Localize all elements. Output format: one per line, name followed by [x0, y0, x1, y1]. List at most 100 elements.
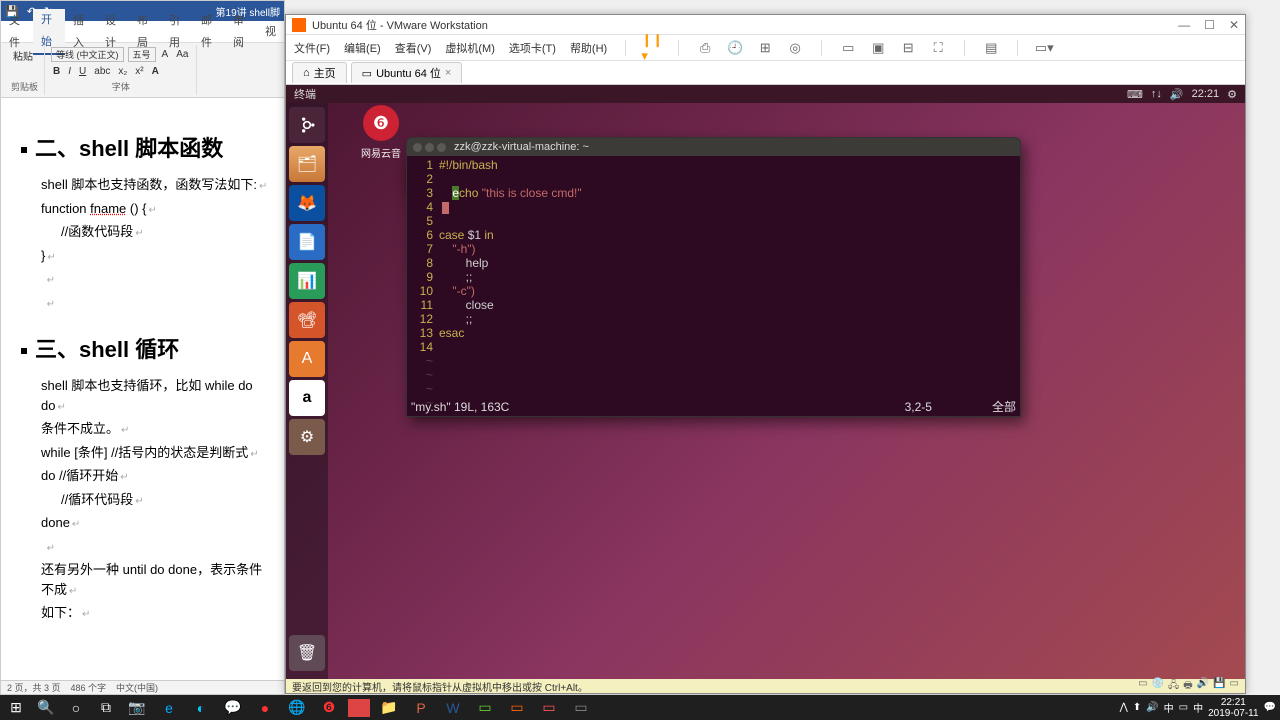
taskbar-edge[interactable]: e: [156, 697, 182, 719]
trash-icon[interactable]: 🗑: [289, 635, 325, 671]
terminal-titlebar[interactable]: zzk@zzk-virtual-machine: ~: [407, 138, 1020, 156]
bold-button[interactable]: B: [51, 65, 62, 78]
taskbar-app[interactable]: ●: [252, 697, 278, 719]
firefox-icon[interactable]: 🦊: [289, 185, 325, 221]
tray-icon[interactable]: 🔊: [1146, 702, 1158, 713]
device-icon[interactable]: 🖧: [1168, 678, 1179, 695]
cortana-icon[interactable]: ○: [64, 697, 88, 719]
tab-view[interactable]: 视: [257, 21, 284, 43]
window-close-icon[interactable]: [413, 143, 422, 152]
terminal-window[interactable]: zzk@zzk-virtual-machine: ~ 1#!/bin/bash …: [406, 137, 1021, 417]
tab-review[interactable]: 审阅: [225, 10, 257, 54]
snapshot-manage-icon[interactable]: ⊞: [757, 40, 773, 56]
terminal-body[interactable]: 1#!/bin/bash 2 3 echo "this is close cmd…: [407, 156, 1020, 416]
doc-para: //循环代码段: [61, 490, 274, 510]
paste-button[interactable]: 粘贴: [11, 47, 35, 64]
taskbar-app[interactable]: ▭: [536, 697, 562, 719]
unity-icon[interactable]: ▣: [870, 40, 886, 56]
taskbar-app[interactable]: ▭: [568, 697, 594, 719]
network-icon[interactable]: ↑↓: [1151, 88, 1162, 100]
clock[interactable]: 22:21: [1192, 88, 1220, 100]
snapshot-icon[interactable]: ⎙: [697, 40, 713, 56]
menu-edit[interactable]: 编辑(E): [344, 40, 381, 56]
ubuntu-topbar[interactable]: 终端 ⌨ ↑↓ 🔊 22:21 ⚙: [286, 85, 1245, 103]
dash-icon[interactable]: [289, 107, 325, 143]
taskbar-app[interactable]: ◐: [188, 697, 214, 719]
menu-vm[interactable]: 虚拟机(M): [445, 40, 495, 56]
tab-home[interactable]: ⌂主页: [292, 62, 347, 83]
library-icon[interactable]: ▤: [983, 40, 999, 56]
ubuntu-desktop[interactable]: 终端 ⌨ ↑↓ 🔊 22:21 ⚙ 🗂 🦊 📄 📊 📽 A a ⚙: [286, 85, 1245, 679]
calc-icon[interactable]: 📊: [289, 263, 325, 299]
snapshot-take-icon[interactable]: ◎: [787, 40, 803, 56]
amazon-icon[interactable]: a: [289, 380, 325, 416]
taskbar-camera[interactable]: 📷: [124, 697, 150, 719]
window-max-icon[interactable]: [437, 143, 446, 152]
device-icon[interactable]: 💾: [1213, 678, 1225, 695]
tray-ime[interactable]: 中: [1164, 700, 1174, 715]
device-icon[interactable]: ▭: [1138, 678, 1147, 695]
desktop-shortcut[interactable]: ❻ 网易云音: [361, 105, 401, 160]
minimize-icon[interactable]: ―: [1178, 18, 1190, 32]
settings-icon[interactable]: ⚙: [289, 419, 325, 455]
menu-tabs[interactable]: 选项卡(T): [509, 40, 556, 56]
menu-view[interactable]: 查看(V): [395, 40, 432, 56]
stretch-icon[interactable]: ⛶: [930, 40, 946, 56]
font-select[interactable]: 等线 (中文正文): [51, 47, 124, 62]
start-button[interactable]: ⊞: [4, 697, 28, 719]
device-icon[interactable]: 🖶: [1183, 678, 1192, 695]
taskbar-app[interactable]: ▭: [472, 697, 498, 719]
subscript-button[interactable]: x₂: [116, 65, 129, 78]
taskbar-wechat[interactable]: 💬: [220, 697, 246, 719]
tray-ime[interactable]: 中: [1193, 700, 1203, 715]
device-icon[interactable]: 🔊: [1197, 678, 1209, 695]
keyboard-icon[interactable]: ⌨: [1127, 88, 1143, 101]
impress-icon[interactable]: 📽: [289, 302, 325, 338]
strike-button[interactable]: abc: [92, 65, 112, 78]
taskbar-app[interactable]: 🌐: [284, 697, 310, 719]
tray-icon[interactable]: ⬆: [1133, 702, 1141, 713]
close-icon[interactable]: ✕: [1229, 18, 1239, 32]
taskbar-ppt[interactable]: P: [408, 697, 434, 719]
dropdown-icon[interactable]: ▭▾: [1036, 40, 1052, 56]
software-icon[interactable]: A: [289, 341, 325, 377]
tab-close-icon[interactable]: ×: [445, 67, 451, 79]
italic-button[interactable]: I: [66, 65, 73, 78]
writer-icon[interactable]: 📄: [289, 224, 325, 260]
search-icon[interactable]: 🔍: [34, 697, 58, 719]
taskbar-explorer[interactable]: 📁: [376, 697, 402, 719]
window-min-icon[interactable]: [425, 143, 434, 152]
taskbar-app[interactable]: [348, 699, 370, 717]
menu-help[interactable]: 帮助(H): [570, 40, 607, 56]
fullscreen-icon[interactable]: ▭: [840, 40, 856, 56]
taskbar-vmware[interactable]: ▭: [504, 697, 530, 719]
change-case-icon[interactable]: Aa: [174, 48, 190, 61]
device-icon[interactable]: 💿: [1152, 678, 1164, 695]
word-document[interactable]: 二、shell 脚本函数 shell 脚本也支持函数，函数写法如下: funct…: [1, 111, 284, 680]
tab-ubuntu[interactable]: ▭Ubuntu 64 位×: [351, 62, 463, 83]
taskbar-netease[interactable]: ❻: [316, 697, 342, 719]
taskbar-clock[interactable]: 22:21 2019-07-11: [1208, 697, 1258, 719]
vmware-titlebar[interactable]: Ubuntu 64 位 - VMware Workstation ― ☐ ✕: [286, 15, 1245, 35]
files-icon[interactable]: 🗂: [289, 146, 325, 182]
gear-icon[interactable]: ⚙: [1227, 88, 1237, 101]
notifications-icon[interactable]: 💬: [1264, 702, 1276, 713]
device-icon[interactable]: ▭: [1230, 678, 1239, 695]
pause-icon[interactable]: ❙❙ ▾: [644, 40, 660, 56]
taskbar-word[interactable]: W: [440, 697, 466, 719]
tray-chevron-icon[interactable]: ⋀: [1120, 702, 1128, 713]
font-color-button[interactable]: A: [150, 65, 161, 78]
grow-font-icon[interactable]: A: [160, 48, 171, 61]
underline-button[interactable]: U: [77, 65, 88, 78]
tray-icon[interactable]: ▭: [1179, 702, 1188, 713]
font-size-select[interactable]: 五号: [128, 47, 156, 62]
maximize-icon[interactable]: ☐: [1204, 18, 1215, 32]
sound-icon[interactable]: 🔊: [1170, 88, 1184, 101]
taskview-icon[interactable]: ⧉: [94, 697, 118, 719]
vm-guest-display[interactable]: 终端 ⌨ ↑↓ 🔊 22:21 ⚙ 🗂 🦊 📄 📊 📽 A a ⚙: [286, 85, 1245, 679]
tab-mailings[interactable]: 邮件: [193, 10, 225, 54]
menu-file[interactable]: 文件(F): [294, 40, 330, 56]
superscript-button[interactable]: x²: [133, 65, 145, 78]
thumbnail-icon[interactable]: ⊟: [900, 40, 916, 56]
snapshot-revert-icon[interactable]: 🕘: [727, 40, 743, 56]
